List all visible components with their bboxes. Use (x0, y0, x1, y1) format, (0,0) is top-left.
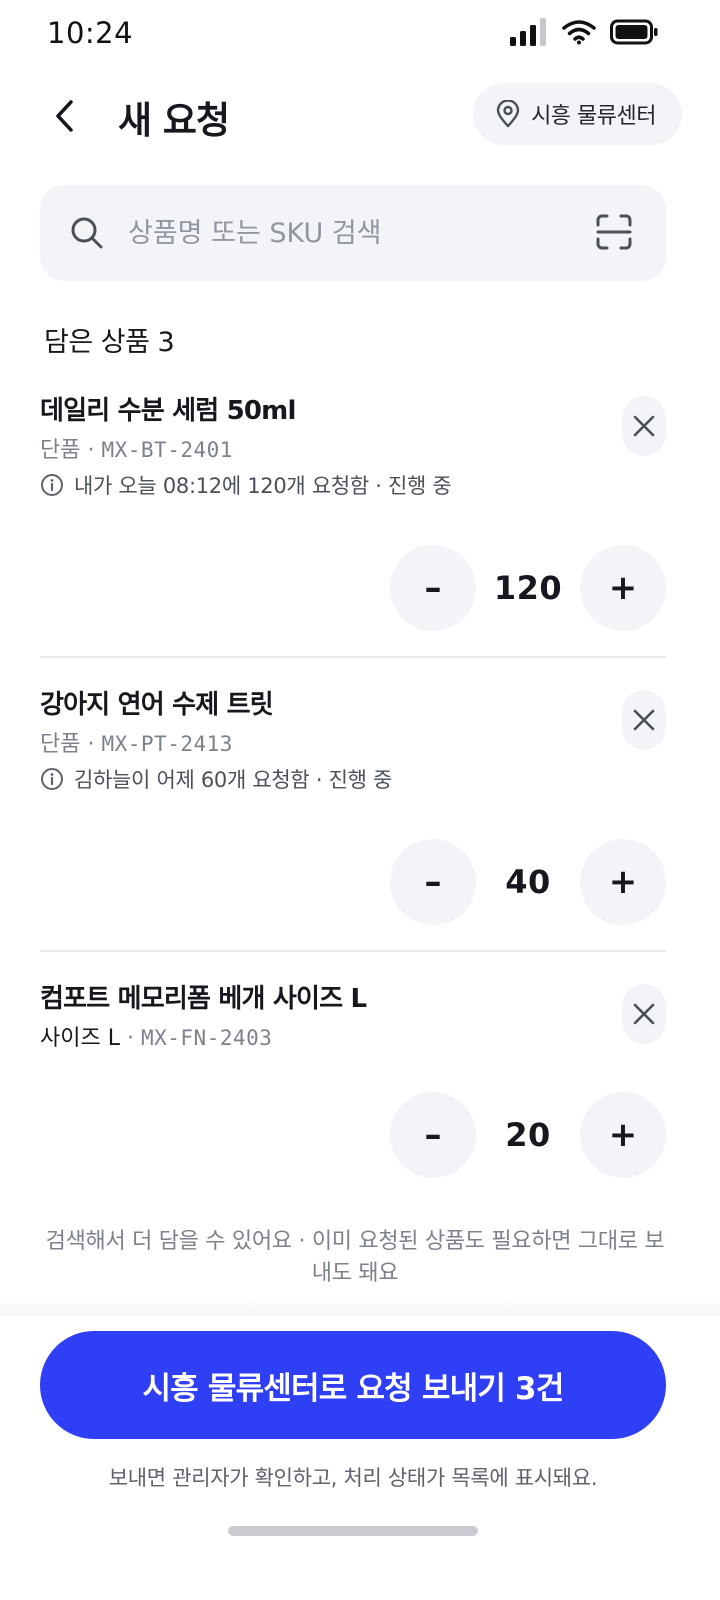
item-meta: 사이즈 L · MX-FN-2403 (40, 1020, 272, 1052)
divider (40, 950, 666, 952)
header: 새 요청 시흥 물류센터 (0, 70, 720, 160)
item-meta: 단품 · MX-BT-2401 (40, 432, 233, 464)
cart-count: 담은 상품 3 (44, 327, 175, 358)
info-icon (41, 474, 63, 496)
close-icon (633, 709, 655, 731)
divider (40, 656, 666, 658)
meta-separator: · (87, 732, 102, 757)
status-bar: 10:24 (0, 0, 720, 70)
remove-item-button[interactable] (622, 690, 666, 750)
info-icon (41, 768, 63, 790)
close-icon (633, 415, 655, 437)
item-name: 강아지 연어 수제 트릿 (40, 690, 274, 720)
item-variant: 사이즈 L (40, 1026, 120, 1051)
quantity-stepper: – 20 + (390, 1092, 666, 1180)
quantity-stepper: – 40 + (390, 839, 666, 927)
remove-item-button[interactable] (622, 396, 666, 456)
search-input[interactable] (128, 185, 568, 281)
item-name: 데일리 수분 세럼 50ml (40, 396, 296, 426)
item-request-note: 내가 오늘 08:12에 120개 요청함 · 진행 중 (40, 470, 452, 500)
barcode-scan-icon[interactable] (596, 214, 632, 250)
item-variant: 단품 (40, 732, 81, 757)
item-sku: MX-BT-2401 (101, 438, 233, 462)
item-request-note: 김하늘이 어제 60개 요청함 · 진행 중 (40, 764, 392, 794)
location-label: 시흥 물류센터 (531, 104, 656, 129)
increase-quantity-button[interactable]: + (580, 839, 666, 925)
decrease-quantity-button[interactable]: – (390, 1092, 476, 1178)
item-variant: 단품 (40, 438, 81, 463)
item-note-text: 내가 오늘 08:12에 120개 요청함 · 진행 중 (74, 474, 452, 498)
increase-quantity-button[interactable]: + (580, 545, 666, 631)
quantity-value[interactable]: 120 (476, 545, 580, 631)
search-box (40, 185, 666, 281)
location-chip[interactable]: 시흥 물류센터 (473, 83, 682, 145)
remove-item-button[interactable] (622, 984, 666, 1044)
page-title: 새 요청 (118, 99, 230, 142)
meta-separator: · (87, 438, 102, 463)
chevron-left-icon (56, 100, 73, 132)
status-icons (510, 18, 658, 46)
home-indicator (228, 1526, 478, 1536)
close-icon (633, 1003, 655, 1025)
status-time: 10:24 (47, 16, 134, 50)
cellular-signal-icon (510, 18, 546, 46)
meta-separator: · (126, 1026, 141, 1051)
wifi-icon (562, 20, 596, 45)
quantity-value[interactable]: 40 (476, 839, 580, 925)
back-button[interactable] (40, 92, 88, 140)
item-sku: MX-PT-2413 (101, 732, 233, 756)
increase-quantity-button[interactable]: + (580, 1092, 666, 1178)
search-icon (71, 217, 103, 249)
helper-text: 검색해서 더 담을 수 있어요 · 이미 요청된 상품도 필요하면 그대로 보내… (45, 1229, 665, 1286)
cart-item: 데일리 수분 세럼 50ml 단품 · MX-BT-2401 내가 오늘 08:… (40, 390, 666, 635)
item-sku: MX-FN-2403 (140, 1026, 273, 1050)
cart-item: 컴포트 메모리폼 베개 사이즈 L 사이즈 L · MX-FN-2403 – 2… (40, 978, 666, 1178)
decrease-quantity-button[interactable]: – (390, 839, 476, 925)
item-meta: 단품 · MX-PT-2413 (40, 726, 233, 758)
location-pin-icon (496, 100, 520, 128)
cart-item: 강아지 연어 수제 트릿 단품 · MX-PT-2413 김하늘이 어제 60개… (40, 684, 666, 929)
submit-request-button[interactable]: 시흥 물류센터로 요청 보내기 3건 (40, 1331, 666, 1439)
decrease-quantity-button[interactable]: – (390, 545, 476, 631)
quantity-stepper: – 120 + (390, 545, 666, 633)
battery-icon (610, 19, 658, 45)
bottom-bar-shadow (0, 1296, 720, 1316)
submit-note: 보내면 관리자가 확인하고, 처리 상태가 목록에 표시돼요. (108, 1466, 598, 1490)
item-note-text: 김하늘이 어제 60개 요청함 · 진행 중 (74, 768, 393, 792)
item-name: 컴포트 메모리폼 베개 사이즈 L (40, 984, 367, 1014)
quantity-value[interactable]: 20 (476, 1092, 580, 1178)
